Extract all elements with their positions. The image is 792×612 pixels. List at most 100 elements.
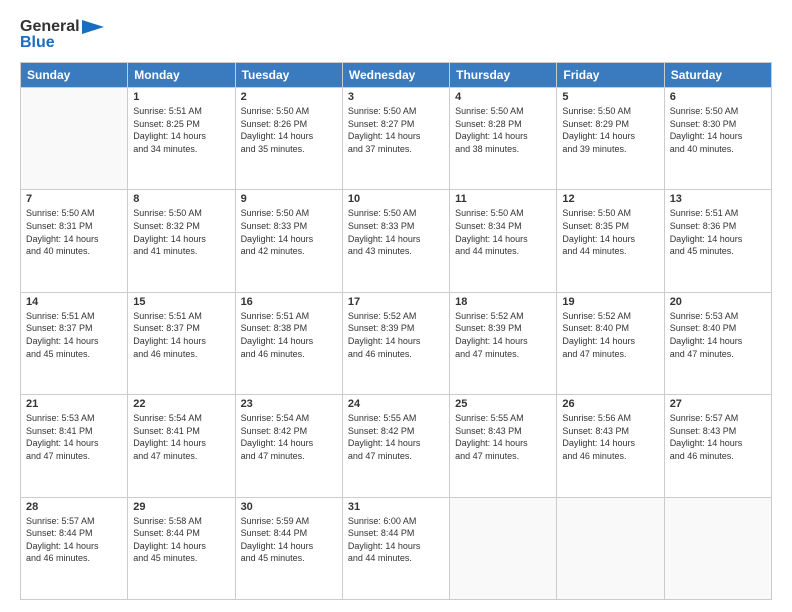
day-number: 31 [348,501,444,513]
day-number: 17 [348,296,444,308]
calendar-cell: 10 Sunrise: 5:50 AMSunset: 8:33 PMDayligh… [342,190,449,292]
calendar-cell: 14 Sunrise: 5:51 AMSunset: 8:37 PMDayligh… [21,292,128,394]
day-info: Sunrise: 5:50 AMSunset: 8:33 PMDaylight:… [348,207,444,257]
day-info: Sunrise: 5:50 AMSunset: 8:32 PMDaylight:… [133,207,229,257]
calendar-cell [450,497,557,599]
weekday-header-tuesday: Tuesday [235,63,342,88]
calendar-cell: 13 Sunrise: 5:51 AMSunset: 8:36 PMDayligh… [664,190,771,292]
day-number: 22 [133,398,229,410]
calendar-cell: 3 Sunrise: 5:50 AMSunset: 8:27 PMDaylight… [342,88,449,190]
logo-arrow-icon [82,20,104,34]
week-row-2: 14 Sunrise: 5:51 AMSunset: 8:37 PMDayligh… [21,292,772,394]
day-number: 27 [670,398,766,410]
calendar-cell: 15 Sunrise: 5:51 AMSunset: 8:37 PMDayligh… [128,292,235,394]
day-number: 1 [133,91,229,103]
day-number: 23 [241,398,337,410]
calendar-cell: 21 Sunrise: 5:53 AMSunset: 8:41 PMDayligh… [21,395,128,497]
calendar-cell: 8 Sunrise: 5:50 AMSunset: 8:32 PMDaylight… [128,190,235,292]
day-info: Sunrise: 5:52 AMSunset: 8:40 PMDaylight:… [562,310,658,360]
calendar-cell: 4 Sunrise: 5:50 AMSunset: 8:28 PMDaylight… [450,88,557,190]
logo: General Blue [20,18,104,52]
calendar-cell: 11 Sunrise: 5:50 AMSunset: 8:34 PMDayligh… [450,190,557,292]
calendar-cell: 26Sunrise: 5:56 AMSunset: 8:43 PMDayligh… [557,395,664,497]
calendar-cell: 23 Sunrise: 5:54 AMSunset: 8:42 PMDayligh… [235,395,342,497]
day-number: 20 [670,296,766,308]
weekday-header-monday: Monday [128,63,235,88]
day-info: Sunrise: 5:50 AMSunset: 8:35 PMDaylight:… [562,207,658,257]
page: General Blue SundayMondayTuesdayWednesda… [0,0,792,612]
day-number: 8 [133,193,229,205]
day-number: 12 [562,193,658,205]
day-info: Sunrise: 5:53 AMSunset: 8:40 PMDaylight:… [670,310,766,360]
week-row-4: 28 Sunrise: 5:57 AMSunset: 8:44 PMDayligh… [21,497,772,599]
day-number: 28 [26,501,122,513]
day-info: Sunrise: 5:50 AMSunset: 8:34 PMDaylight:… [455,207,551,257]
day-number: 5 [562,91,658,103]
calendar-cell [557,497,664,599]
day-number: 9 [241,193,337,205]
week-row-0: 1 Sunrise: 5:51 AMSunset: 8:25 PMDaylight… [21,88,772,190]
weekday-header-saturday: Saturday [664,63,771,88]
day-info: Sunrise: 5:53 AMSunset: 8:41 PMDaylight:… [26,412,122,462]
calendar-cell: 27 Sunrise: 5:57 AMSunset: 8:43 PMDayligh… [664,395,771,497]
day-info: Sunrise: 5:57 AMSunset: 8:44 PMDaylight:… [26,515,122,565]
day-info: Sunrise: 5:50 AMSunset: 8:30 PMDaylight:… [670,105,766,155]
day-number: 18 [455,296,551,308]
day-number: 13 [670,193,766,205]
day-info: Sunrise: 5:50 AMSunset: 8:29 PMDaylight:… [562,105,658,155]
day-info: Sunrise: 5:58 AMSunset: 8:44 PMDaylight:… [133,515,229,565]
day-number: 3 [348,91,444,103]
calendar-cell: 16Sunrise: 5:51 AMSunset: 8:38 PMDayligh… [235,292,342,394]
week-row-1: 7Sunrise: 5:50 AMSunset: 8:31 PMDaylight… [21,190,772,292]
calendar-cell: 1 Sunrise: 5:51 AMSunset: 8:25 PMDaylight… [128,88,235,190]
day-number: 19 [562,296,658,308]
day-info: Sunrise: 5:55 AMSunset: 8:42 PMDaylight:… [348,412,444,462]
weekday-header-thursday: Thursday [450,63,557,88]
day-info: Sunrise: 5:55 AMSunset: 8:43 PMDaylight:… [455,412,551,462]
day-info: Sunrise: 5:50 AMSunset: 8:31 PMDaylight:… [26,207,122,257]
day-info: Sunrise: 5:51 AMSunset: 8:25 PMDaylight:… [133,105,229,155]
day-info: Sunrise: 5:51 AMSunset: 8:38 PMDaylight:… [241,310,337,360]
day-info: Sunrise: 5:50 AMSunset: 8:26 PMDaylight:… [241,105,337,155]
calendar-cell: 24 Sunrise: 5:55 AMSunset: 8:42 PMDayligh… [342,395,449,497]
calendar-cell: 19 Sunrise: 5:52 AMSunset: 8:40 PMDayligh… [557,292,664,394]
calendar-cell: 20 Sunrise: 5:53 AMSunset: 8:40 PMDayligh… [664,292,771,394]
day-info: Sunrise: 5:59 AMSunset: 8:44 PMDaylight:… [241,515,337,565]
week-row-3: 21 Sunrise: 5:53 AMSunset: 8:41 PMDayligh… [21,395,772,497]
day-info: Sunrise: 5:51 AMSunset: 8:37 PMDaylight:… [26,310,122,360]
weekday-header-wednesday: Wednesday [342,63,449,88]
calendar-cell: 22 Sunrise: 5:54 AMSunset: 8:41 PMDayligh… [128,395,235,497]
calendar-cell [664,497,771,599]
day-number: 10 [348,193,444,205]
calendar-cell: 12 Sunrise: 5:50 AMSunset: 8:35 PMDayligh… [557,190,664,292]
day-info: Sunrise: 5:50 AMSunset: 8:28 PMDaylight:… [455,105,551,155]
day-number: 25 [455,398,551,410]
day-info: Sunrise: 5:56 AMSunset: 8:43 PMDaylight:… [562,412,658,462]
calendar-cell: 7Sunrise: 5:50 AMSunset: 8:31 PMDaylight… [21,190,128,292]
day-info: Sunrise: 5:57 AMSunset: 8:43 PMDaylight:… [670,412,766,462]
calendar-cell: 18Sunrise: 5:52 AMSunset: 8:39 PMDayligh… [450,292,557,394]
day-number: 4 [455,91,551,103]
calendar-cell: 5 Sunrise: 5:50 AMSunset: 8:29 PMDaylight… [557,88,664,190]
weekday-header-friday: Friday [557,63,664,88]
day-info: Sunrise: 5:50 AMSunset: 8:27 PMDaylight:… [348,105,444,155]
day-number: 21 [26,398,122,410]
header: General Blue [20,18,772,52]
day-number: 24 [348,398,444,410]
day-info: Sunrise: 5:51 AMSunset: 8:36 PMDaylight:… [670,207,766,257]
day-info: Sunrise: 5:51 AMSunset: 8:37 PMDaylight:… [133,310,229,360]
day-number: 6 [670,91,766,103]
day-info: Sunrise: 5:52 AMSunset: 8:39 PMDaylight:… [348,310,444,360]
day-info: Sunrise: 5:54 AMSunset: 8:42 PMDaylight:… [241,412,337,462]
day-number: 14 [26,296,122,308]
weekday-header-row: SundayMondayTuesdayWednesdayThursdayFrid… [21,63,772,88]
day-info: Sunrise: 5:54 AMSunset: 8:41 PMDaylight:… [133,412,229,462]
calendar-cell [21,88,128,190]
day-number: 29 [133,501,229,513]
calendar-cell: 2Sunrise: 5:50 AMSunset: 8:26 PMDaylight… [235,88,342,190]
day-number: 15 [133,296,229,308]
day-number: 11 [455,193,551,205]
calendar-cell: 28 Sunrise: 5:57 AMSunset: 8:44 PMDayligh… [21,497,128,599]
day-number: 30 [241,501,337,513]
calendar-cell: 29 Sunrise: 5:58 AMSunset: 8:44 PMDayligh… [128,497,235,599]
